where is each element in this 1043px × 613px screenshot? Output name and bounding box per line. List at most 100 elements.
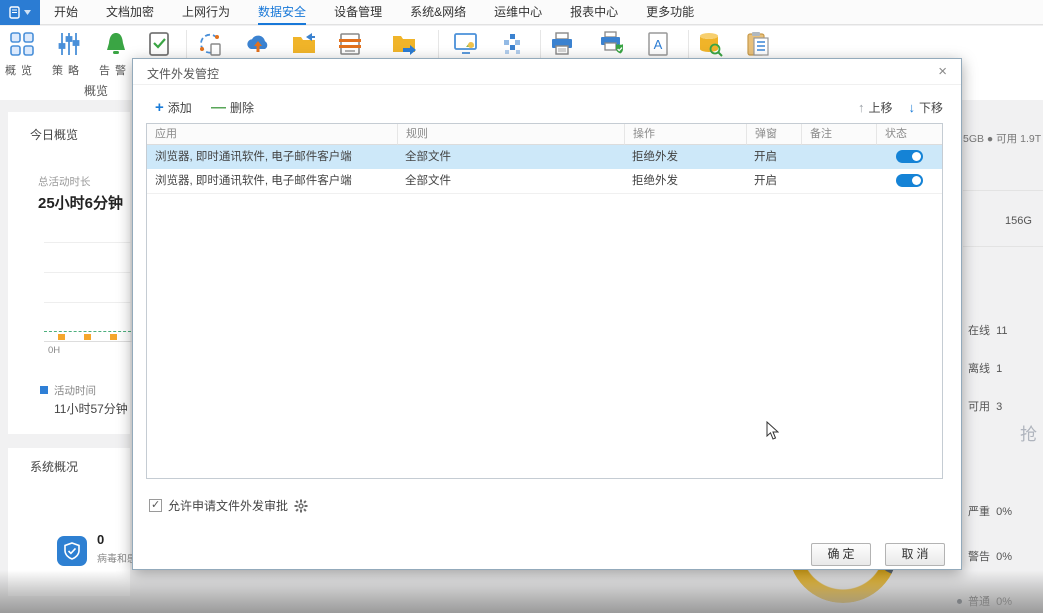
move-down-button[interactable]: ↓ 下移	[908, 99, 943, 116]
table-row[interactable]: 浏览器, 即时通讯软件, 电子邮件客户端 全部文件 拒绝外发 开启	[147, 169, 942, 194]
sync-refresh-icon[interactable]	[196, 30, 224, 58]
audit-clipboard-icon[interactable]	[145, 30, 173, 58]
table-header-row: 应用 规则 操作 弹窗 备注 状态	[147, 124, 942, 145]
header-popup[interactable]: 弹窗	[746, 124, 801, 145]
svg-text:A: A	[654, 37, 663, 52]
mouse-cursor	[766, 421, 779, 445]
overview-grid-icon[interactable]	[8, 30, 36, 58]
menu-item-doc-encrypt[interactable]: 文档加密	[106, 0, 154, 25]
cell-remark	[801, 145, 876, 169]
stat-available-value: 3	[996, 401, 1002, 413]
menu-item-report-center[interactable]: 报表中心	[570, 0, 618, 25]
policy-sliders-icon[interactable]	[55, 30, 83, 58]
level-severe-value: 0%	[996, 506, 1012, 518]
header-remark[interactable]: 备注	[801, 124, 876, 145]
chart-threshold-line	[44, 331, 131, 332]
level-warning-value: 0%	[996, 551, 1012, 563]
cloud-upload-icon[interactable]	[244, 30, 272, 58]
today-overview-card: 今日概览 总活动时长 25小时6分钟 0H 活动时间 11小时57分钟	[8, 112, 130, 434]
header-rule[interactable]: 规则	[397, 124, 624, 145]
table-row[interactable]: 浏览器, 即时通讯软件, 电子邮件客户端 全部文件 拒绝外发 开启	[147, 145, 942, 169]
toolbar-label-policy[interactable]: 策略	[52, 62, 84, 78]
rules-table: 应用 规则 操作 弹窗 备注 状态 浏览器, 即时通讯软件, 电子邮件客户端 全…	[146, 123, 943, 479]
print-record-icon[interactable]	[336, 30, 364, 58]
screen-monitor-icon[interactable]	[452, 30, 480, 58]
menu-item-system-network[interactable]: 系统&网络	[410, 0, 466, 25]
stat-online-label: 在线	[968, 325, 990, 337]
gear-icon[interactable]	[294, 499, 308, 513]
divider	[963, 190, 1043, 191]
stat-online-value: 11	[996, 325, 1007, 337]
approval-checkbox[interactable]	[149, 499, 162, 512]
toolbar-separator	[540, 30, 541, 60]
cell-remark	[801, 169, 876, 193]
menu-item-more[interactable]: 更多功能	[646, 0, 694, 25]
printer-icon[interactable]	[548, 30, 576, 58]
folder-return-icon[interactable]	[290, 30, 318, 58]
stat-available-label: 可用	[968, 401, 990, 413]
database-search-icon[interactable]	[696, 30, 724, 58]
level-normal: 普通 0%	[968, 593, 1012, 609]
stat-offline: 离线 1	[968, 360, 1002, 376]
chart-marker	[110, 334, 117, 340]
level-warning: 警告 0%	[968, 548, 1012, 564]
file-export-icon[interactable]	[390, 30, 418, 58]
menu-item-data-security[interactable]: 数据安全	[258, 0, 306, 25]
cell-app: 浏览器, 即时通讯软件, 电子邮件客户端	[147, 145, 397, 169]
virus-count: 0	[97, 532, 104, 547]
activity-mini-chart: 0H	[44, 240, 132, 342]
file-outgoing-control-dialog: 文件外发管控 × +添加 —删除 ↑上移 ↓下移 应用 规则 操作 弹窗 备注 …	[132, 58, 962, 570]
clipboard-report-icon[interactable]	[744, 30, 772, 58]
minus-icon: —	[211, 102, 226, 114]
menu-items: 开始 文档加密 上网行为 数据安全 设备管理 系统&网络 运维中心 报表中心 更…	[40, 0, 694, 25]
legend-label: 活动时间	[54, 383, 96, 398]
system-overview-title: 系统概况	[30, 458, 78, 475]
stat-offline-label: 离线	[968, 363, 990, 375]
cell-popup: 开启	[746, 169, 801, 193]
close-icon[interactable]: ×	[938, 63, 947, 80]
delete-button[interactable]: — 删除	[211, 99, 254, 116]
level-severe: 严重 0%	[968, 503, 1012, 519]
status-toggle[interactable]	[896, 174, 923, 187]
add-button[interactable]: +添加	[155, 99, 192, 116]
approval-option: 允许申请文件外发审批	[149, 497, 308, 514]
overlay-watermark: 抢	[1020, 420, 1037, 445]
menu-item-web-behavior[interactable]: 上网行为	[182, 0, 230, 25]
move-down-label: 下移	[919, 99, 943, 116]
toolbar-label-alert[interactable]: 告警	[99, 62, 131, 78]
level-normal-label: 普通	[968, 596, 990, 608]
alert-bell-icon[interactable]	[102, 30, 130, 58]
pixel-pattern-icon[interactable]	[498, 30, 526, 58]
header-action[interactable]: 操作	[624, 124, 746, 145]
level-severe-label: 严重	[968, 506, 990, 518]
tab-overview[interactable]: 概览	[84, 82, 108, 99]
document-a-icon[interactable]: A	[644, 30, 672, 58]
today-overview-title: 今日概览	[30, 126, 78, 143]
chevron-down-icon	[24, 10, 31, 15]
menu-item-start[interactable]: 开始	[54, 0, 78, 25]
legend-value: 11小时57分钟	[54, 400, 128, 417]
status-toggle[interactable]	[896, 150, 923, 163]
print-security-icon[interactable]	[598, 30, 626, 58]
arrow-down-icon: ↓	[908, 100, 915, 115]
chart-marker	[58, 334, 65, 340]
move-up-label: 上移	[868, 99, 892, 116]
menu-item-device-mgmt[interactable]: 设备管理	[334, 0, 382, 25]
stat-available: 可用 3	[968, 398, 1002, 414]
ok-button[interactable]: 确定	[811, 543, 871, 566]
antivirus-shield-icon[interactable]	[57, 536, 87, 566]
stat-online: 在线 11	[968, 322, 1008, 338]
divider	[963, 246, 1043, 247]
storage-value: 156G	[1005, 215, 1032, 227]
level-warning-label: 警告	[968, 551, 990, 563]
move-up-button[interactable]: ↑上移	[858, 99, 893, 116]
app-menu-button[interactable]	[0, 0, 40, 25]
header-app[interactable]: 应用	[147, 124, 397, 145]
header-status[interactable]: 状态	[876, 124, 942, 145]
menu-item-ops-center[interactable]: 运维中心	[494, 0, 542, 25]
toolbar-label-overview[interactable]: 概览	[5, 62, 37, 78]
chart-marker	[84, 334, 91, 340]
menubar: 开始 文档加密 上网行为 数据安全 设备管理 系统&网络 运维中心 报表中心 更…	[0, 0, 1043, 25]
cancel-button[interactable]: 取消	[885, 543, 945, 566]
delete-button-label: 删除	[230, 99, 254, 116]
